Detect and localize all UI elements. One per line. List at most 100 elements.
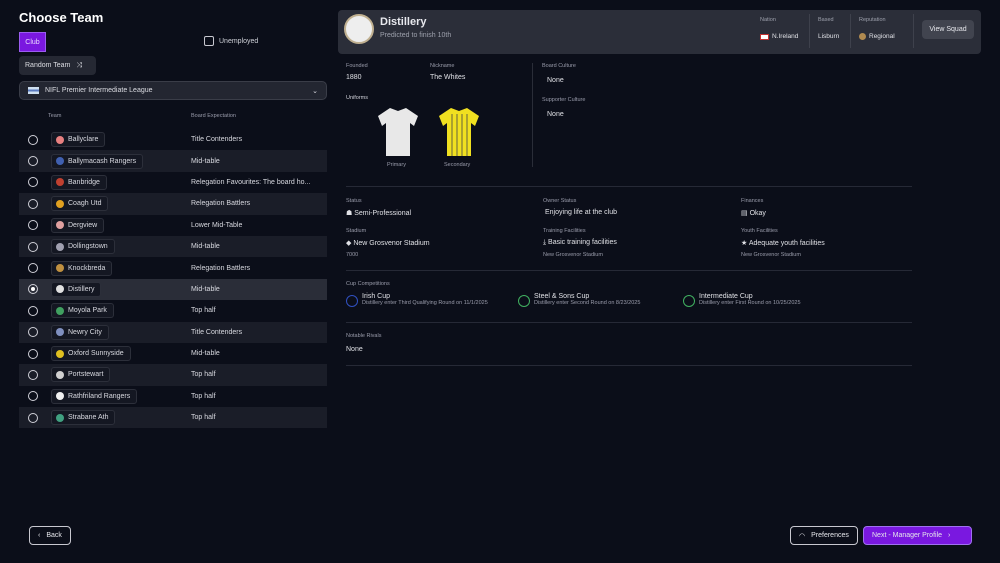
divider [532,63,533,167]
team-radio[interactable] [28,220,38,231]
table-row[interactable]: Newry City Title Contenders [19,321,327,343]
team-name: Banbridge [68,178,100,186]
team-column-header[interactable]: Team [48,113,61,119]
team-radio[interactable] [28,241,38,252]
table-row[interactable]: Portstewart Top half [19,364,327,386]
table-row[interactable]: Strabane Ath Top half [19,407,327,429]
team-chip[interactable]: Oxford Sunnyside [51,346,131,362]
club-prediction: Predicted to finish 10th [380,32,452,39]
divider [913,14,914,48]
youth-text: Adequate youth facilities [748,240,825,247]
training-label: Training Facilities [543,228,586,234]
team-chip[interactable]: Strabane Ath [51,410,116,426]
team-chip[interactable]: Rathfriland Rangers [51,388,138,404]
stadium-value: ◆ New Grosvenor Stadium [346,240,430,247]
team-radio[interactable] [28,198,38,209]
team-radio[interactable] [28,156,38,167]
team-chip[interactable]: Knockbreda [51,260,113,276]
team-radio[interactable] [28,177,38,188]
team-chip[interactable]: Ballymacash Rangers [51,153,144,169]
table-row[interactable]: Dergview Lower Mid-Table [19,215,327,236]
view-squad-button[interactable]: View Squad [922,20,974,39]
random-team-label: Random Team [25,62,71,69]
reputation-icon [859,33,866,40]
team-radio[interactable] [28,348,38,359]
flag-icon [760,33,769,40]
random-team-button[interactable]: Random Team ⤨ [19,56,96,75]
unemployed-checkbox[interactable]: Unemployed [204,36,258,46]
club-name: Distillery [380,16,427,28]
divider [346,322,912,323]
team-name: Moyola Park [68,307,107,315]
team-name: Dollingstown [68,243,108,251]
team-radio[interactable] [28,263,38,274]
board-expectation: Mid-table [191,157,220,165]
rivals-value: None [346,346,363,353]
team-chip[interactable]: Moyola Park [51,303,114,319]
finances-text: Okay [749,210,766,217]
cup-name: Irish Cup [362,293,391,300]
divider [809,14,810,48]
nation-label: Nation [760,17,776,23]
table-row[interactable]: Moyola Park Top half [19,300,327,321]
cup-item: Intermediate Cup Distillery enter First R… [683,293,801,307]
team-name: Ballyclare [68,136,99,144]
cup-item: Irish Cup Distillery enter Third Qualifyi… [346,293,488,307]
team-radio[interactable] [28,134,38,145]
table-row[interactable]: Banbridge Relegation Favourites: The boa… [19,172,327,193]
training-value: ⤓ Basic training facilities [543,239,617,246]
reputation-label: Reputation [859,17,886,23]
reputation-value: Regional [859,33,895,40]
preferences-icon: ◠ [799,532,806,540]
preferences-button[interactable]: ◠ Preferences [790,526,858,545]
owner-status-label: Owner Status [543,198,577,204]
table-row[interactable]: Ballymacash Rangers Mid-table [19,150,327,172]
page-title: Choose Team [19,10,104,25]
table-row[interactable]: Rathfriland Rangers Top half [19,386,327,407]
table-row[interactable]: Dollingstown Mid-table [19,235,327,258]
team-chip[interactable]: Banbridge [51,174,107,190]
finances-label: Finances [741,198,764,204]
league-dropdown[interactable]: NIFL Premier Intermediate League ⌄ [19,81,327,100]
preferences-label: Preferences [811,532,849,539]
board-expectation: Title Contenders [191,136,243,144]
based-label: Based [818,17,834,23]
team-chip[interactable]: Newry City [51,324,109,340]
club-crest-icon [344,14,374,44]
team-badge-icon [56,157,64,166]
team-chip[interactable]: Coagh Utd [51,196,109,212]
table-row[interactable]: Coagh Utd Relegation Battlers [19,193,327,215]
board-expectation: Lower Mid-Table [191,221,243,229]
divider [346,270,912,271]
team-radio[interactable] [28,391,38,402]
club-toggle[interactable]: Club [19,32,46,52]
table-row[interactable]: Ballyclare Title Contenders [19,129,327,150]
based-value: Lisburn [818,33,840,40]
team-radio[interactable] [28,369,38,380]
team-radio[interactable] [28,305,38,316]
team-chip[interactable]: Dollingstown [51,239,115,255]
team-badge-icon [56,285,64,294]
table-row[interactable]: Distillery Mid-table [19,278,327,301]
board-expectation: Mid-table [191,243,220,251]
table-row[interactable]: Knockbreda Relegation Battlers [19,257,327,278]
team-radio[interactable] [28,412,38,423]
back-button[interactable]: ‹ Back [29,526,71,545]
team-radio[interactable] [28,284,38,295]
youth-label: Youth Facilities [741,228,778,234]
team-name: Oxford Sunnyside [68,350,124,358]
team-radio[interactable] [28,327,38,338]
team-chip[interactable]: Distillery [51,281,102,297]
team-chip[interactable]: Portstewart [51,367,111,383]
team-chip[interactable]: Dergview [51,217,105,233]
expectation-column-header[interactable]: Board Expectation [191,113,236,119]
nickname-label: Nickname [430,63,455,69]
team-chip[interactable]: Ballyclare [51,132,106,148]
table-row[interactable]: Oxford Sunnyside Mid-table [19,343,327,364]
primary-label: Primary [387,162,406,168]
board-expectation: Top half [191,371,216,379]
cup-detail: Distillery enter Second Round on 8/23/20… [534,300,641,306]
team-name: Coagh Utd [68,200,102,208]
rivals-label: Notable Rivals [346,333,382,339]
next-button[interactable]: Next - Manager Profile › [863,526,972,545]
